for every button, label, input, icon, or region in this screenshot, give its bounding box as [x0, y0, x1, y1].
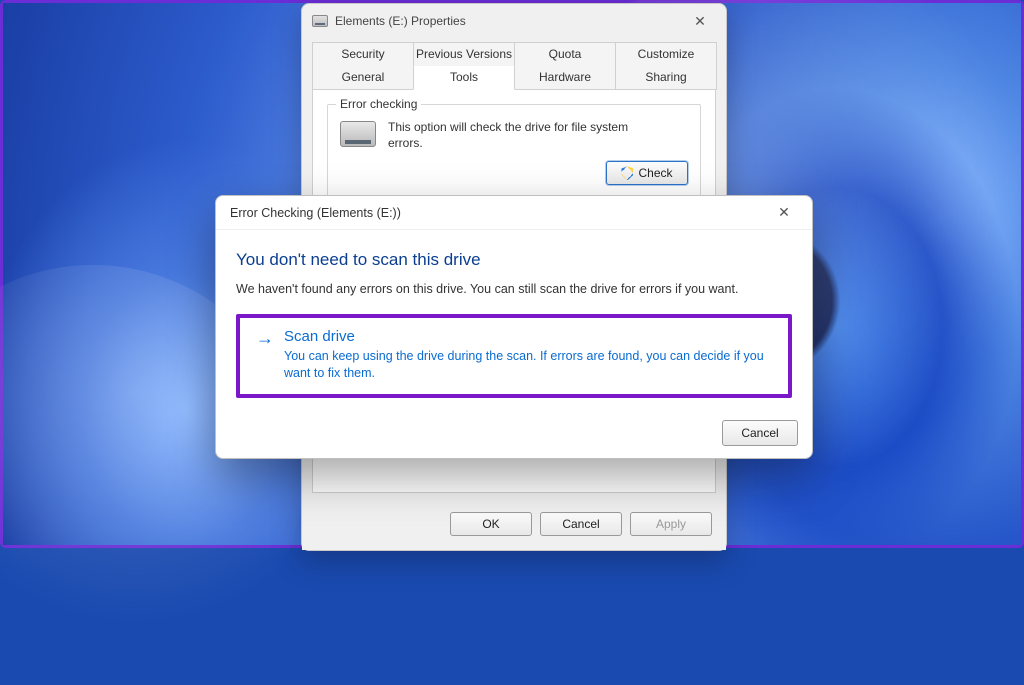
error-checking-description: This option will check the drive for fil…	[388, 119, 638, 151]
properties-close-button[interactable]: ✕	[678, 6, 722, 36]
check-button-label: Check	[638, 166, 672, 180]
scan-drive-text: Scan drive You can keep using the drive …	[284, 328, 772, 382]
error-checking-heading: You don't need to scan this drive	[236, 250, 792, 270]
properties-titlebar[interactable]: Elements (E:) Properties ✕	[302, 4, 726, 38]
tab-security[interactable]: Security	[312, 42, 414, 66]
close-icon: ✕	[694, 13, 706, 30]
error-checking-footer: Cancel	[722, 420, 798, 446]
error-checking-dialog-title: Error Checking (Elements (E:))	[230, 206, 762, 220]
error-checking-titlebar[interactable]: Error Checking (Elements (E:)) ✕	[216, 196, 812, 230]
uac-shield-icon	[621, 166, 633, 180]
error-checking-cancel-button[interactable]: Cancel	[722, 420, 798, 446]
scan-drive-description: You can keep using the drive during the …	[284, 348, 772, 382]
hard-drive-icon	[340, 121, 376, 147]
tab-customize[interactable]: Customize	[615, 42, 717, 66]
tab-quota[interactable]: Quota	[514, 42, 616, 66]
tab-hardware[interactable]: Hardware	[514, 66, 616, 90]
arrow-right-icon: →	[256, 329, 274, 382]
tab-tools[interactable]: Tools	[413, 66, 515, 90]
properties-footer: OK Cancel Apply	[302, 502, 726, 550]
tab-general[interactable]: General	[312, 66, 414, 90]
ok-button[interactable]: OK	[450, 512, 532, 536]
scan-drive-title: Scan drive	[284, 328, 772, 345]
scan-drive-option[interactable]: → Scan drive You can keep using the driv…	[236, 314, 792, 398]
close-icon: ✕	[778, 204, 790, 221]
error-checking-legend: Error checking	[336, 97, 421, 111]
tab-sharing[interactable]: Sharing	[615, 66, 717, 90]
error-checking-dialog: Error Checking (Elements (E:)) ✕ You don…	[215, 195, 813, 459]
apply-button[interactable]: Apply	[630, 512, 712, 536]
drive-icon	[312, 15, 328, 27]
properties-title: Elements (E:) Properties	[335, 14, 678, 28]
cancel-button[interactable]: Cancel	[540, 512, 622, 536]
check-button[interactable]: Check	[606, 161, 688, 185]
error-checking-group: Error checking This option will check th…	[327, 104, 701, 198]
tab-previous-versions[interactable]: Previous Versions	[413, 42, 515, 66]
error-checking-close-button[interactable]: ✕	[762, 198, 806, 228]
error-checking-body: You don't need to scan this drive We hav…	[216, 230, 812, 402]
error-checking-subtext: We haven't found any errors on this driv…	[236, 282, 792, 296]
